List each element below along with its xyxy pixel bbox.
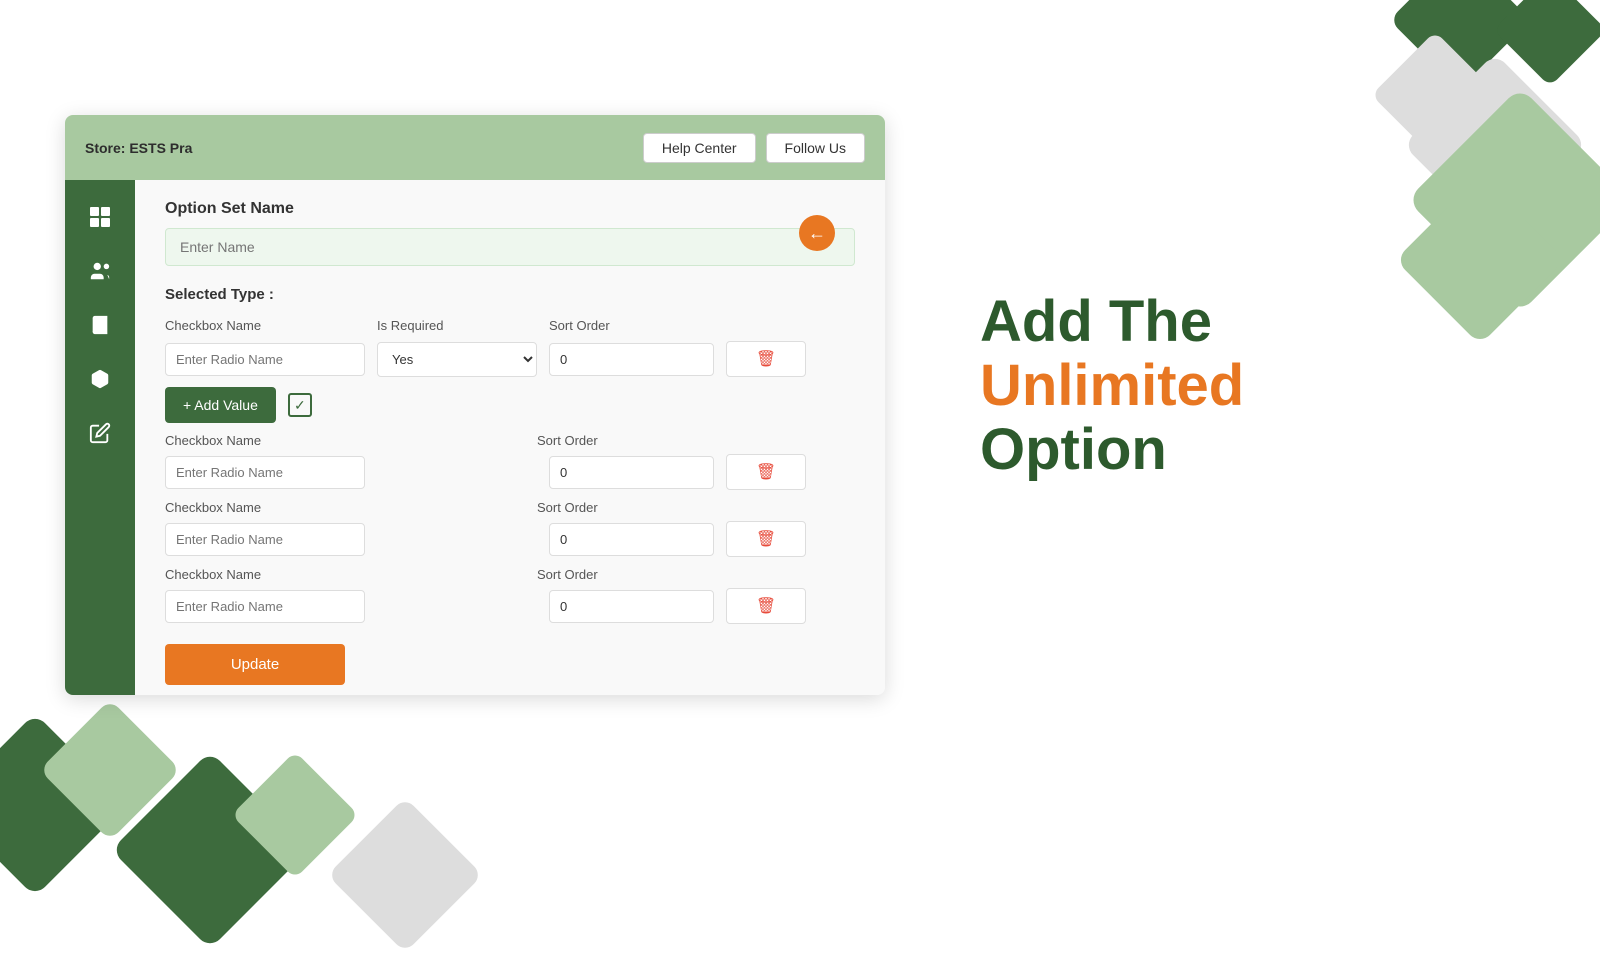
headline-line1: Add The <box>980 290 1244 354</box>
option-set-name-input[interactable] <box>165 228 855 266</box>
trash-icon-0: 🗑 <box>756 349 776 369</box>
checkbox-name-input-2[interactable] <box>165 523 365 556</box>
store-name: Store: ESTS Pra <box>85 140 192 156</box>
delete-button-1[interactable]: 🗑 <box>726 454 806 490</box>
option-set-name-label: Option Set Name <box>165 200 855 218</box>
row-checkbox-label-3: Checkbox Name <box>165 567 365 582</box>
checkbox-name-input-0[interactable] <box>165 343 365 376</box>
delete-button-0[interactable]: 🗑 <box>726 341 806 377</box>
selected-type-label: Selected Type : <box>165 286 855 303</box>
input-row-3: 🗑 <box>165 588 855 624</box>
update-button[interactable]: Update <box>165 644 345 685</box>
checkbox-check-icon: ✓ <box>288 393 312 417</box>
add-value-button[interactable]: + Add Value <box>165 387 276 423</box>
back-arrow-icon: ← <box>808 223 826 244</box>
sort-order-input-0[interactable] <box>549 343 714 376</box>
help-center-button[interactable]: Help Center <box>643 133 756 163</box>
input-row-2: 🗑 <box>165 521 855 557</box>
first-input-row: Yes No 🗑 <box>165 341 855 377</box>
store-value: ESTS Pra <box>129 140 192 156</box>
sidebar-icon-orders[interactable] <box>78 411 122 455</box>
checkbox-name-header: Checkbox Name <box>165 318 365 333</box>
headline-line2: Unlimited <box>980 354 1244 418</box>
trash-icon-2: 🗑 <box>756 529 776 549</box>
delete-button-2[interactable]: 🗑 <box>726 521 806 557</box>
sort-order-header: Sort Order <box>549 318 714 333</box>
back-button[interactable]: ← <box>799 215 835 251</box>
row-checkbox-label-2: Checkbox Name <box>165 500 365 515</box>
row-sort-label-2: Sort Order <box>537 500 702 515</box>
checkbox-name-input-3[interactable] <box>165 590 365 623</box>
sidebar-icon-users[interactable] <box>78 249 122 293</box>
form-header-row: Checkbox Name Is Required Sort Order <box>165 318 855 333</box>
app-window: Store: ESTS Pra Help Center Follow Us <box>65 115 885 695</box>
checkbox-name-input-1[interactable] <box>165 456 365 489</box>
row-sort-label-1: Sort Order <box>537 433 702 448</box>
top-bar-buttons: Help Center Follow Us <box>643 133 865 163</box>
sidebar-icon-catalog[interactable] <box>78 303 122 347</box>
top-bar: Store: ESTS Pra Help Center Follow Us <box>65 115 885 180</box>
sort-order-input-2[interactable] <box>549 523 714 556</box>
headline: Add The Unlimited Option <box>980 290 1244 481</box>
delete-button-3[interactable]: 🗑 <box>726 588 806 624</box>
sort-order-input-1[interactable] <box>549 456 714 489</box>
headline-line3: Option <box>980 418 1244 482</box>
trash-icon-1: 🗑 <box>756 462 776 482</box>
sidebar-icon-products[interactable] <box>78 357 122 401</box>
is-required-header: Is Required <box>377 318 537 333</box>
add-value-row: + Add Value ✓ <box>165 387 855 423</box>
additional-rows: Checkbox Name Sort Order 🗑 Checkbox Name… <box>165 433 855 624</box>
row-checkbox-label-1: Checkbox Name <box>165 433 365 448</box>
main-content: ← Option Set Name Selected Type : Checkb… <box>135 180 885 695</box>
row-sort-label-3: Sort Order <box>537 567 702 582</box>
sidebar <box>65 180 135 695</box>
is-required-select[interactable]: Yes No <box>377 342 537 377</box>
sidebar-icon-dashboard[interactable] <box>78 195 122 239</box>
trash-icon-3: 🗑 <box>756 596 776 616</box>
store-label: Store: <box>85 140 125 156</box>
input-row-1: 🗑 <box>165 454 855 490</box>
follow-us-button[interactable]: Follow Us <box>766 133 865 163</box>
sort-order-input-3[interactable] <box>549 590 714 623</box>
